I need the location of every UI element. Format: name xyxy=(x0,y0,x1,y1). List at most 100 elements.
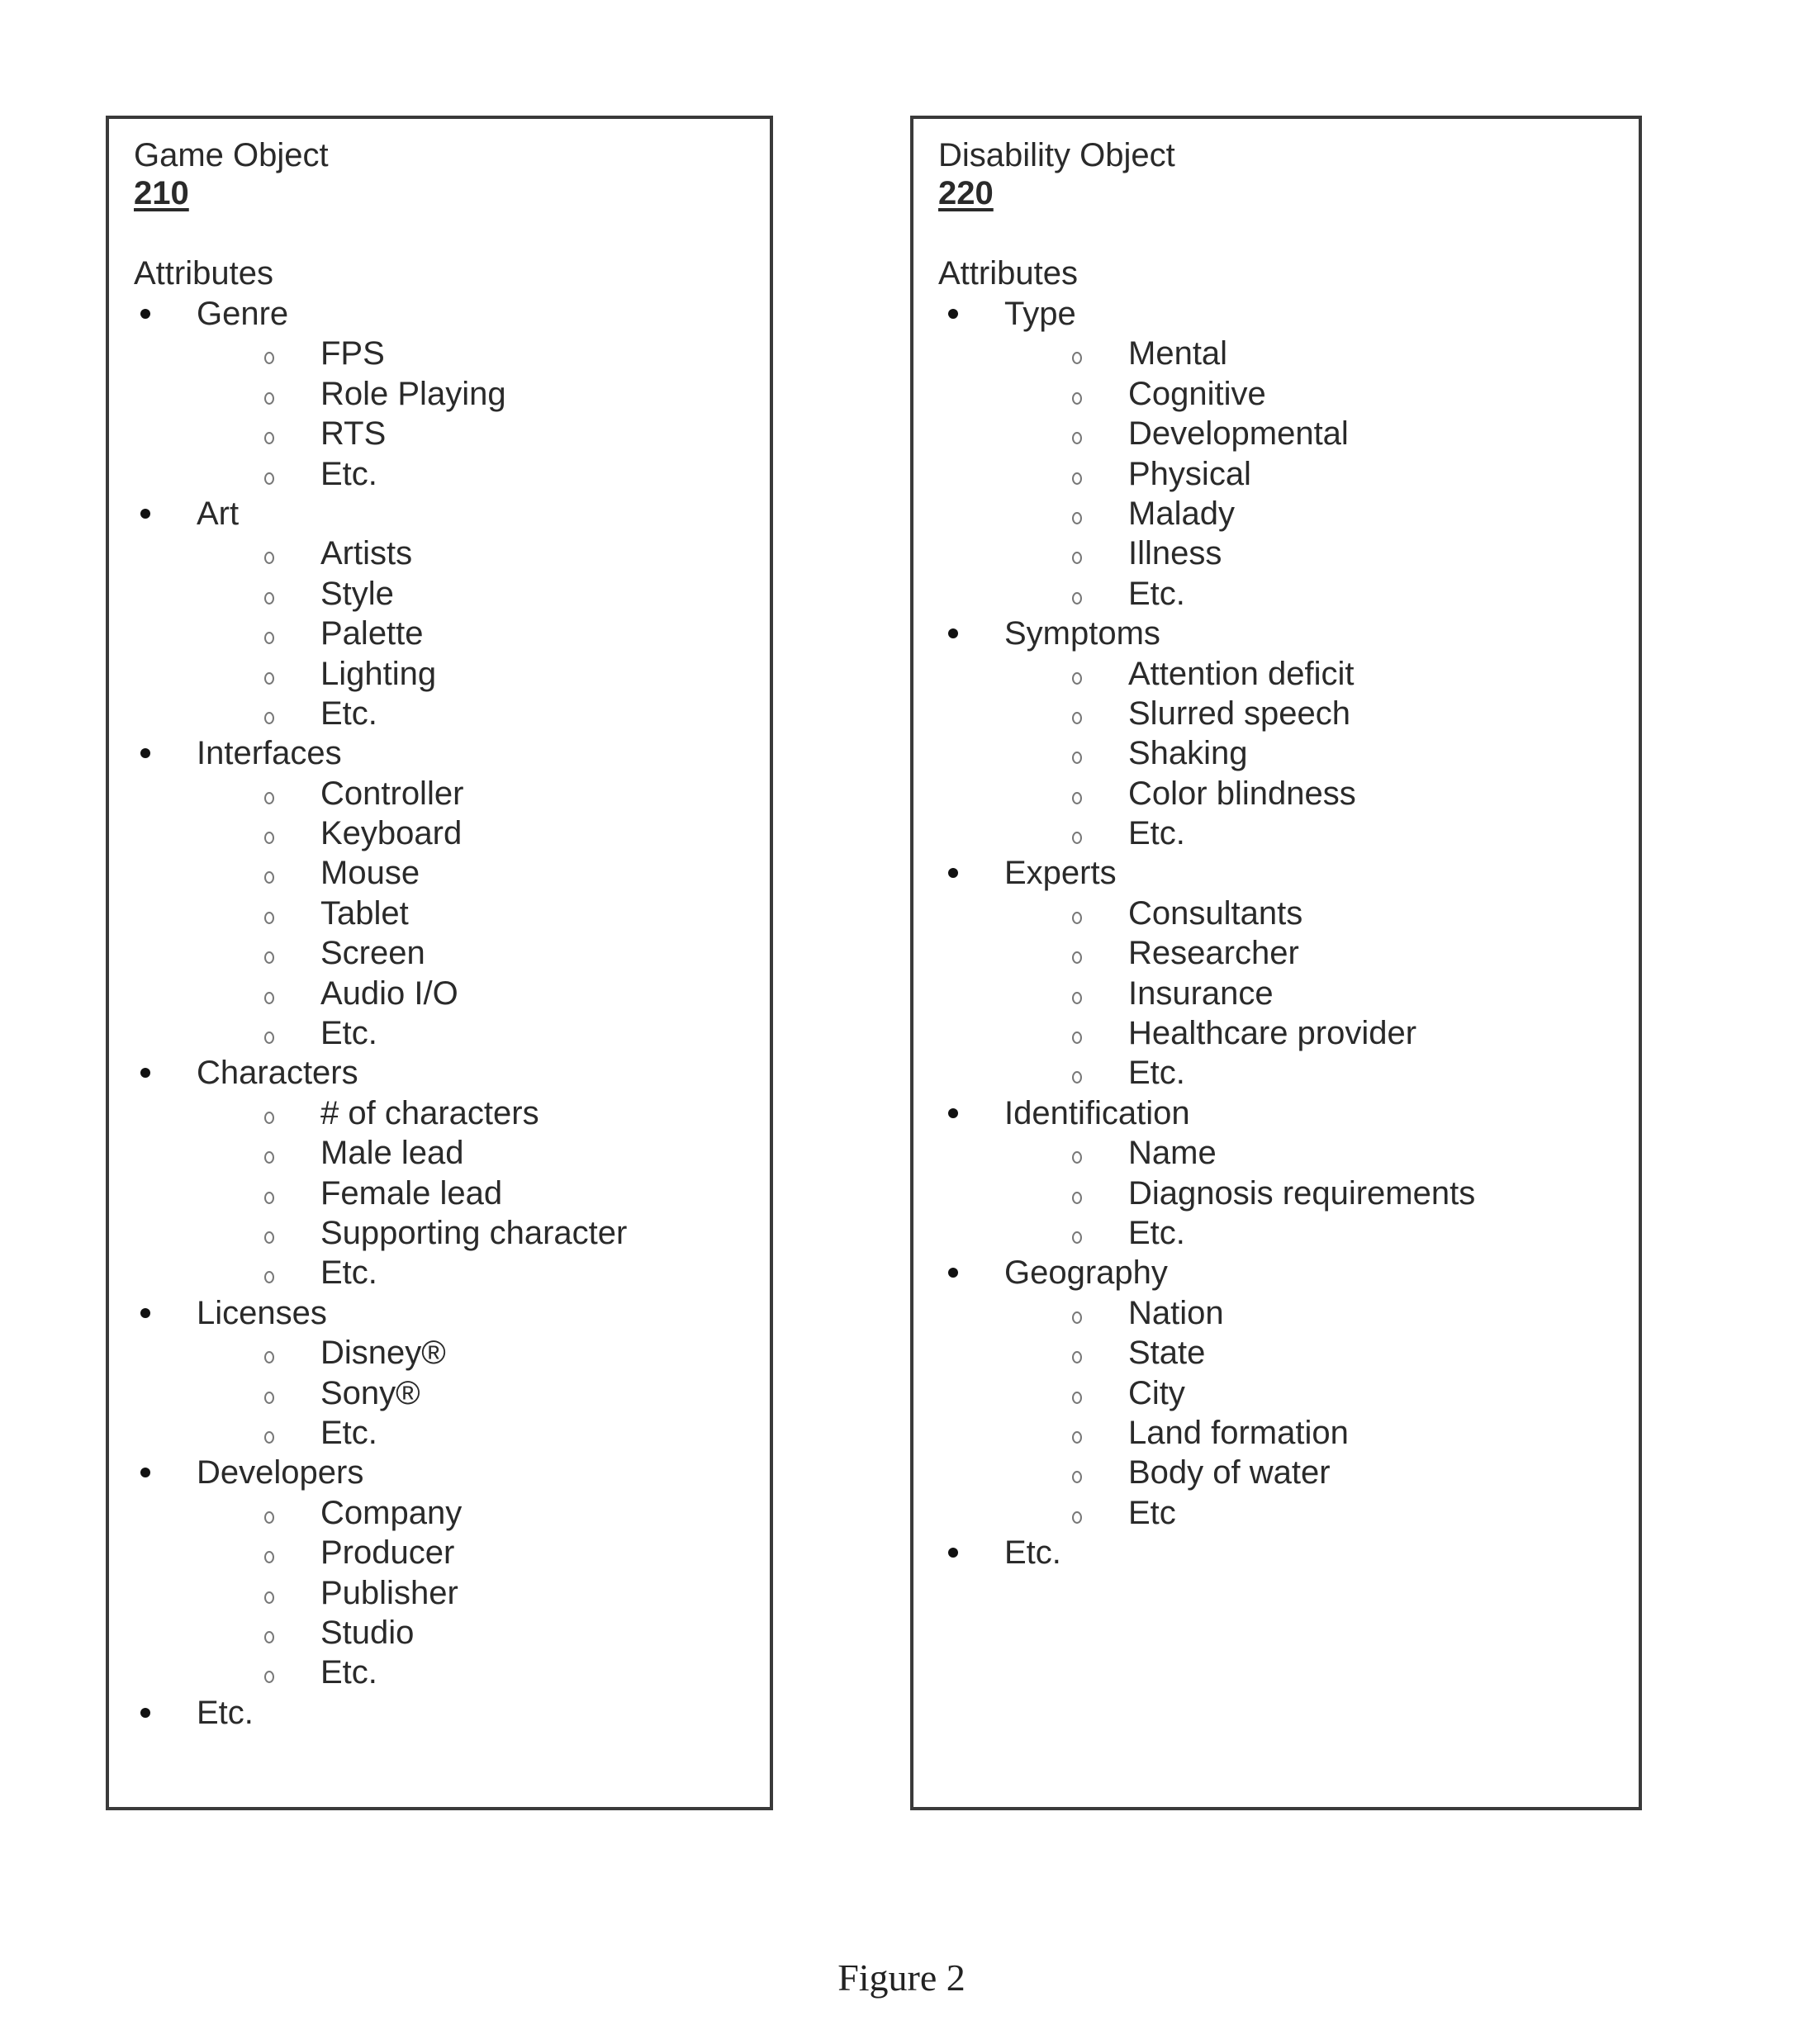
attribute-item: Publisher xyxy=(109,1573,770,1613)
item-label: Illness xyxy=(1128,535,1222,572)
hollow-bullet-icon xyxy=(264,591,274,605)
hollow-bullet-icon xyxy=(1072,1231,1082,1244)
item-label: Malady xyxy=(1128,495,1235,532)
hollow-bullet-icon xyxy=(1072,791,1082,804)
attribute-item: Screen xyxy=(109,933,770,973)
attribute-item: Illness xyxy=(913,534,1639,573)
bullet-icon xyxy=(140,748,150,759)
attribute-item: Body of water xyxy=(913,1453,1639,1492)
item-label: Lighting xyxy=(320,655,437,692)
item-label: Etc. xyxy=(320,1015,377,1052)
bullet-icon xyxy=(948,628,958,639)
hollow-bullet-icon xyxy=(264,671,274,685)
attribute-item: Insurance xyxy=(913,974,1639,1013)
hollow-bullet-icon xyxy=(1072,1071,1082,1084)
item-label: Land formation xyxy=(1128,1414,1349,1451)
item-label: Male lead xyxy=(320,1135,464,1172)
hollow-bullet-icon xyxy=(1072,1031,1082,1045)
attribute-item: Etc. xyxy=(913,813,1639,853)
hollow-bullet-icon xyxy=(1072,832,1082,845)
item-label: Tablet xyxy=(320,894,409,932)
attribute-item: Male lead xyxy=(109,1133,770,1173)
attribute-item: Etc. xyxy=(109,454,770,494)
figure-caption: Figure 2 xyxy=(837,1956,966,1999)
item-label: Etc. xyxy=(320,695,377,732)
category-label: Identification xyxy=(1004,1094,1190,1131)
attribute-item: Mouse xyxy=(109,853,770,893)
attribute-item: Audio I/O xyxy=(109,974,770,1013)
attribute-item: Disney® xyxy=(109,1333,770,1373)
attribute-category: Type xyxy=(913,294,1639,334)
attribute-item: Nation xyxy=(913,1293,1639,1333)
attribute-item: Consultants xyxy=(913,894,1639,933)
item-label: Cognitive xyxy=(1128,375,1266,412)
attribute-item: Etc xyxy=(913,1493,1639,1533)
item-label: Consultants xyxy=(1128,894,1303,932)
bullet-icon xyxy=(948,868,958,879)
hollow-bullet-icon xyxy=(264,1111,274,1124)
item-label: Color blindness xyxy=(1128,775,1356,812)
item-label: City xyxy=(1128,1374,1185,1411)
category-label: Experts xyxy=(1004,855,1117,892)
hollow-bullet-icon xyxy=(1072,1391,1082,1404)
item-label: Diagnosis requirements xyxy=(1128,1174,1476,1212)
category-label: Etc. xyxy=(197,1694,254,1731)
attribute-item: Tablet xyxy=(109,894,770,933)
attribute-item: Producer xyxy=(109,1533,770,1572)
item-label: RTS xyxy=(320,415,387,453)
hollow-bullet-icon xyxy=(1072,991,1082,1004)
item-label: Etc. xyxy=(1128,815,1185,852)
item-label: Publisher xyxy=(320,1574,458,1611)
item-label: # of characters xyxy=(320,1094,539,1131)
attribute-category: Art xyxy=(109,494,770,534)
attribute-item: Etc. xyxy=(109,1653,770,1692)
category-label: Art xyxy=(197,495,240,532)
item-label: Shaking xyxy=(1128,735,1248,772)
attribute-category: Experts xyxy=(913,853,1639,893)
attribute-item: RTS xyxy=(109,414,770,453)
hollow-bullet-icon xyxy=(264,1551,274,1564)
hollow-bullet-icon xyxy=(264,1191,274,1204)
attribute-item: Palette xyxy=(109,614,770,653)
hollow-bullet-icon xyxy=(1072,752,1082,765)
hollow-bullet-icon xyxy=(264,1271,274,1284)
attribute-item: Female lead xyxy=(109,1174,770,1213)
disability-object-title: Disability Object xyxy=(938,137,1175,173)
hollow-bullet-icon xyxy=(1072,1430,1082,1444)
item-label: Nation xyxy=(1128,1294,1224,1331)
attribute-item: Etc. xyxy=(109,1413,770,1453)
hollow-bullet-icon xyxy=(1072,1311,1082,1324)
bullet-icon xyxy=(948,1107,958,1118)
attribute-item: Shaking xyxy=(913,733,1639,773)
attribute-category: Licenses xyxy=(109,1293,770,1333)
attribute-item: Healthcare provider xyxy=(913,1013,1639,1053)
item-label: Sony® xyxy=(320,1374,420,1411)
attribute-item: Controller xyxy=(109,774,770,813)
hollow-bullet-icon xyxy=(264,911,274,924)
attribute-item: Artists xyxy=(109,534,770,573)
hollow-bullet-icon xyxy=(264,632,274,645)
bullet-icon xyxy=(140,309,150,319)
game-object-box: Game Object 210 Attributes Genre FPS Role … xyxy=(106,116,773,1810)
game-object-attribute-list: Genre FPS Role Playing RTS Etc. Art Artists Sty… xyxy=(109,294,770,1733)
hollow-bullet-icon xyxy=(1072,671,1082,685)
item-label: Healthcare provider xyxy=(1128,1015,1417,1052)
attribute-item: Studio xyxy=(109,1613,770,1653)
item-label: Slurred speech xyxy=(1128,695,1351,732)
attribute-item: # of characters xyxy=(109,1093,770,1133)
bullet-icon xyxy=(140,1468,150,1478)
attribute-item: Researcher xyxy=(913,933,1639,973)
hollow-bullet-icon xyxy=(264,391,274,405)
hollow-bullet-icon xyxy=(264,1510,274,1524)
hollow-bullet-icon xyxy=(264,951,274,965)
item-label: Etc xyxy=(1128,1494,1176,1531)
item-label: Etc. xyxy=(320,1254,377,1292)
hollow-bullet-icon xyxy=(264,552,274,565)
hollow-bullet-icon xyxy=(264,352,274,365)
attribute-category: Etc. xyxy=(109,1693,770,1733)
attribute-item: Color blindness xyxy=(913,774,1639,813)
hollow-bullet-icon xyxy=(264,1630,274,1643)
hollow-bullet-icon xyxy=(1072,1351,1082,1364)
attribute-item: Etc. xyxy=(109,1253,770,1292)
bullet-icon xyxy=(948,1268,958,1278)
